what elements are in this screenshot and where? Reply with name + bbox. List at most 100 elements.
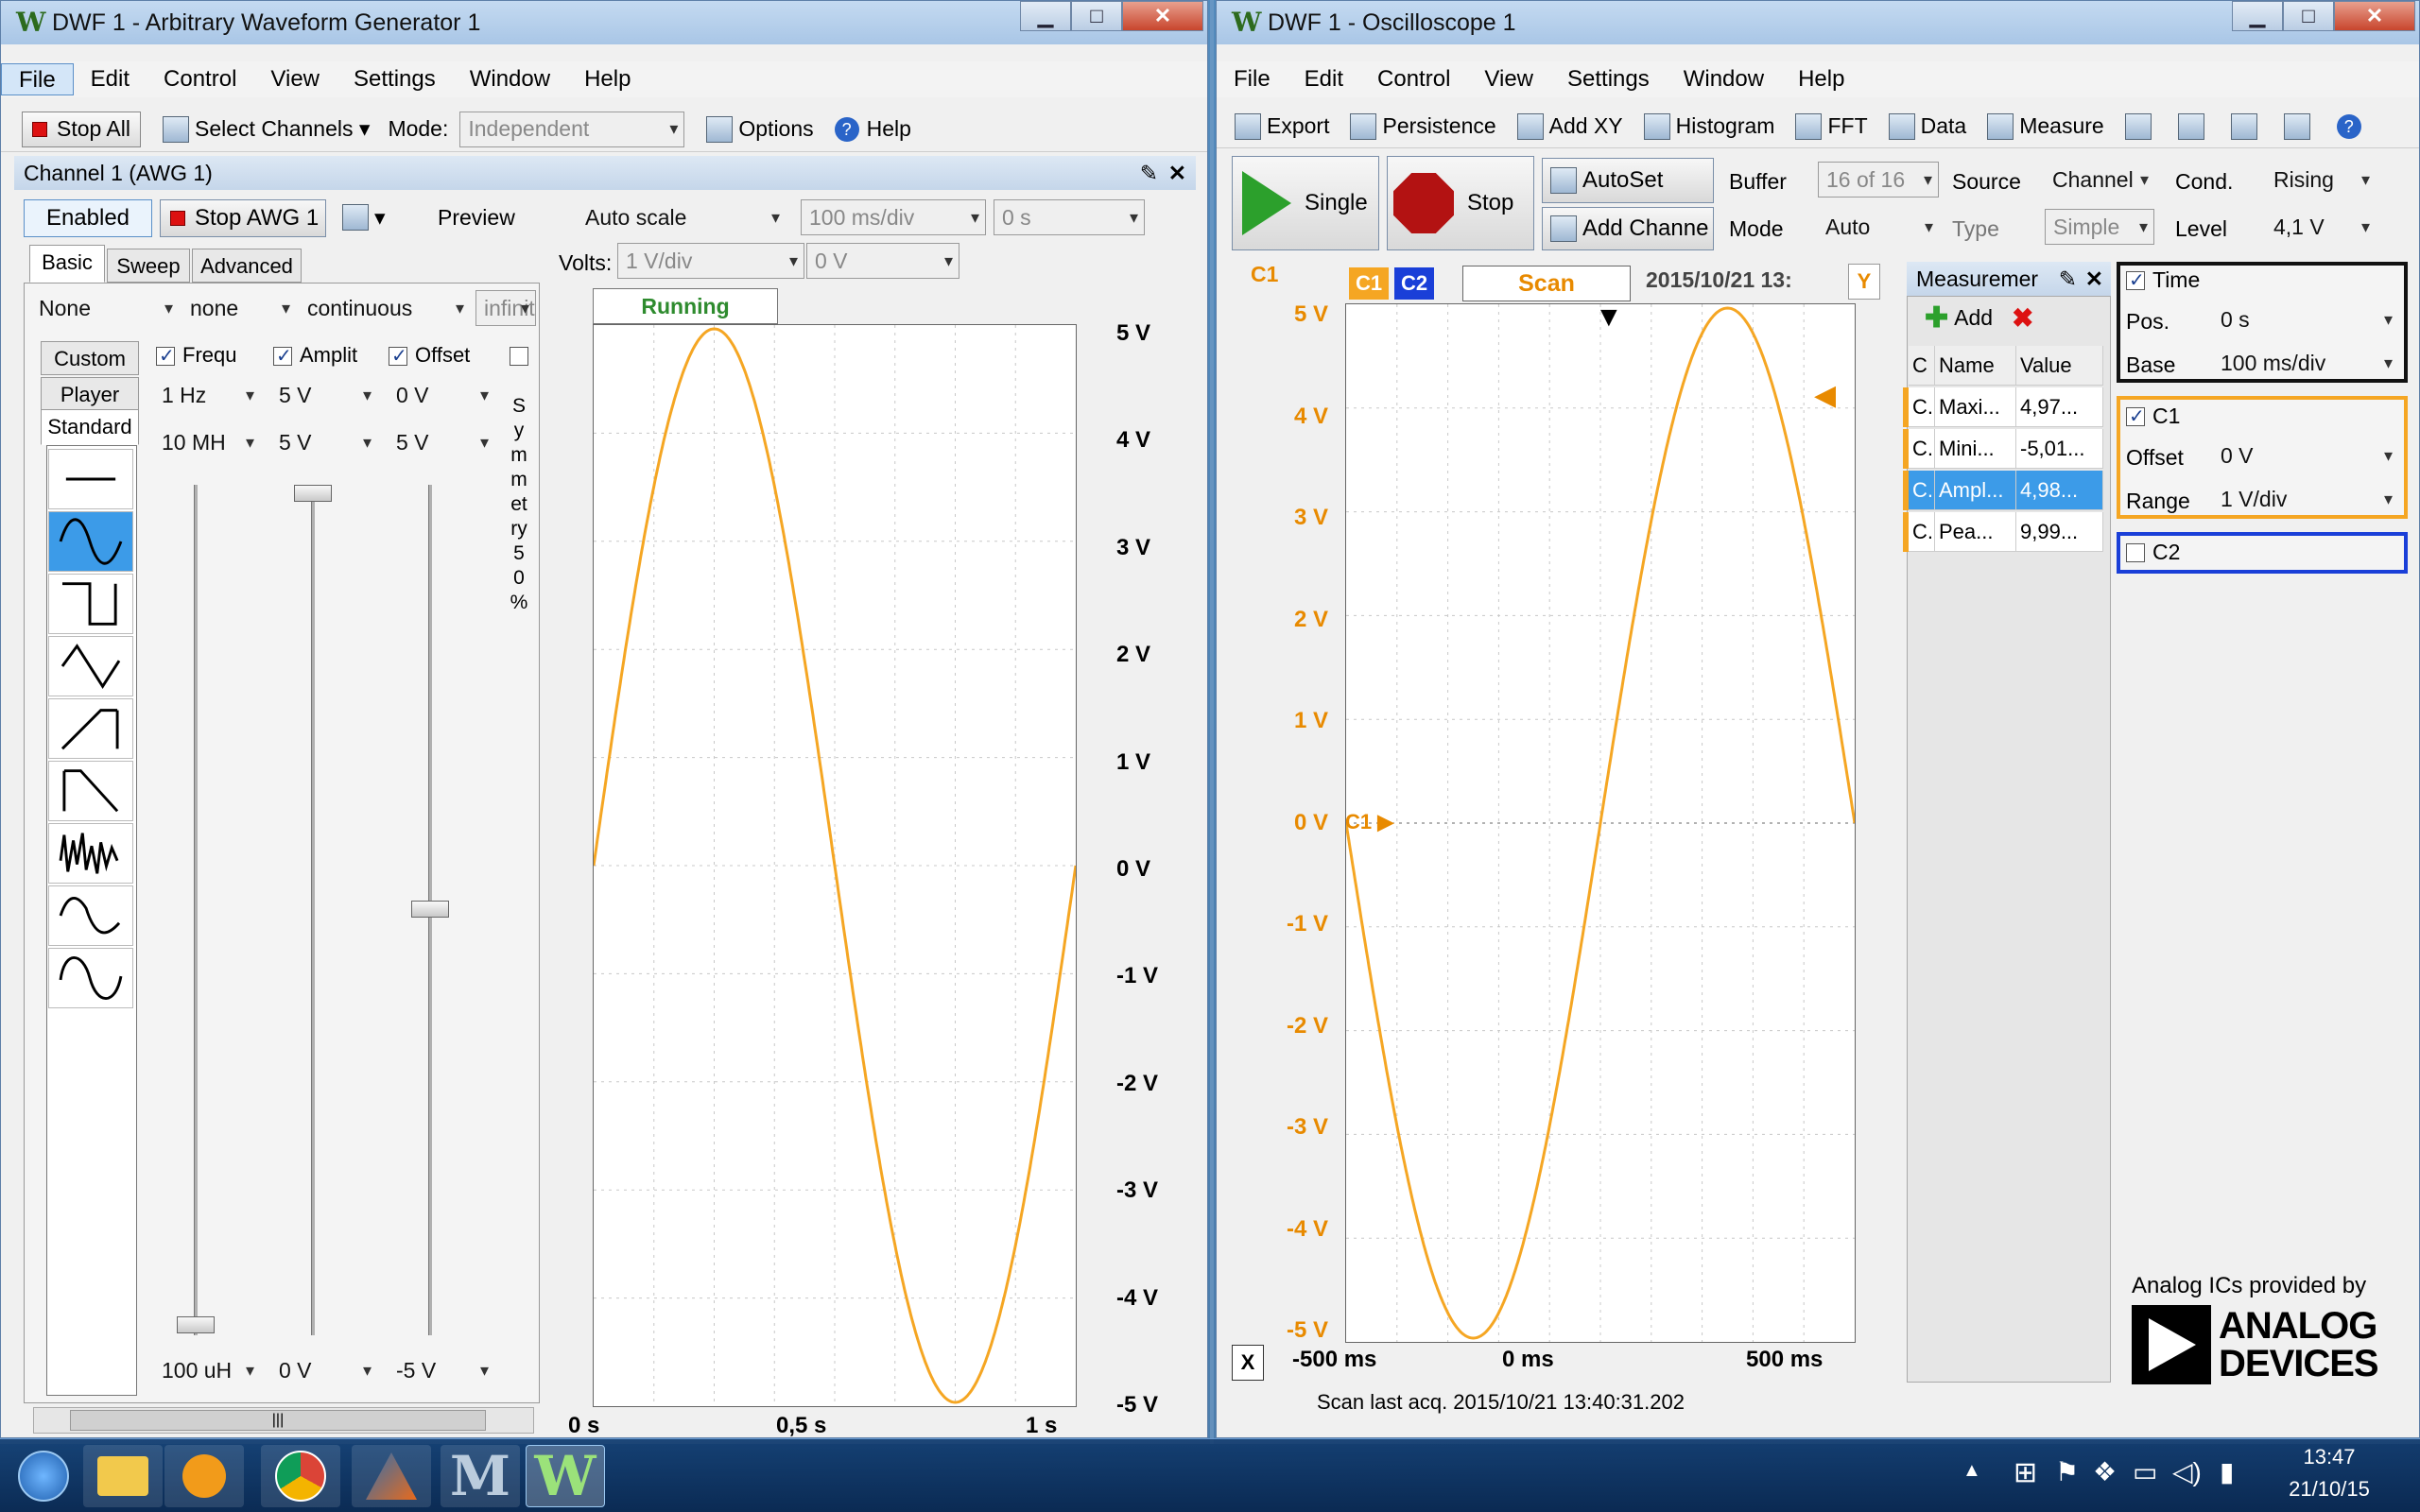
tab-sweep[interactable]: Sweep [107, 249, 190, 283]
scope-plot[interactable] [1344, 303, 1857, 1343]
trigger-position-marker[interactable]: ▼ [1595, 301, 1623, 334]
menu-settings[interactable]: Settings [337, 63, 453, 95]
menu-edit[interactable]: Edit [74, 63, 147, 95]
offset-header[interactable]: Offset [389, 343, 470, 368]
preview-time-select[interactable]: 100 ms/div [801, 199, 986, 235]
data-button[interactable]: Data [1878, 109, 1978, 145]
tray-expand-icon[interactable]: ▲ [1962, 1460, 1981, 1482]
amplitude-min[interactable]: 0 V [271, 1352, 377, 1388]
offset-min[interactable]: -5 V [389, 1352, 494, 1388]
sweep-mode-select[interactable]: none [182, 290, 296, 326]
amplitude-checkbox[interactable] [273, 344, 292, 368]
add-channel-button[interactable]: Add Channe [1542, 207, 1714, 250]
offset-max[interactable]: 5 V [389, 424, 494, 460]
offset-value[interactable]: 0 V [389, 377, 494, 413]
pin-icon[interactable]: ✎ [2059, 266, 2077, 292]
c1-range-select[interactable]: 1 V/div [2213, 481, 2398, 517]
square-wave-button[interactable] [48, 574, 133, 634]
amplitude-header[interactable]: Amplit [273, 343, 357, 368]
ramp-down-button[interactable] [48, 761, 133, 821]
menu-view[interactable]: View [253, 63, 337, 95]
mode-select[interactable]: Auto [1818, 209, 1939, 245]
add-measurement-button[interactable]: ✚ Add [1914, 300, 2003, 335]
close-panel-icon[interactable]: ✕ [2085, 266, 2103, 292]
amplitude-value[interactable]: 5 V [271, 377, 377, 413]
tab-advanced[interactable]: Advanced [192, 249, 302, 283]
measure-row[interactable]: C. Maxi... 4,97... [1903, 387, 2103, 427]
measure-row[interactable]: C. Mini... -5,01... [1903, 429, 2103, 469]
fft-button[interactable]: FFT [1785, 109, 1877, 145]
taskbar-media-player[interactable] [164, 1445, 244, 1507]
stop-button[interactable]: Stop [1387, 156, 1534, 250]
offset-slider[interactable] [411, 901, 449, 918]
close-button[interactable]: ✕ [1122, 1, 1203, 31]
amplitude-max[interactable]: 5 V [271, 424, 377, 460]
minimize-button[interactable]: ▁ [2232, 1, 2283, 31]
frequency-max[interactable]: 10 MH [154, 424, 260, 460]
maximize-button[interactable]: □ [2283, 1, 2334, 31]
enabled-button[interactable]: Enabled [24, 199, 152, 237]
menu-control[interactable]: Control [147, 63, 253, 95]
stop-awg-button[interactable]: Stop AWG 1 [160, 199, 326, 237]
close-button[interactable]: ✕ [2334, 1, 2415, 31]
frequency-value[interactable]: 1 Hz [154, 377, 260, 413]
c1-badge[interactable]: C1 [1349, 267, 1389, 300]
ramp-up-button[interactable] [48, 698, 133, 759]
stop-all-button[interactable]: Stop All [22, 111, 141, 147]
symmetry-checkbox[interactable] [510, 347, 528, 367]
persistence-button[interactable]: Persistence [1340, 109, 1506, 145]
tab-basic[interactable]: Basic [29, 245, 105, 283]
offset-checkbox[interactable] [389, 344, 407, 368]
c1-offset-marker[interactable]: C1 ▶ [1345, 810, 1393, 834]
trigger-level-marker[interactable]: ◀ [1814, 379, 1836, 412]
select-channels-button[interactable]: Select Channels ▾ [152, 112, 380, 147]
add-xy-button[interactable]: Add XY [1507, 109, 1634, 145]
dropbox-icon[interactable]: ❖ [2093, 1456, 2117, 1487]
volume-icon[interactable]: ◁) [2172, 1456, 2202, 1487]
frequency-header[interactable]: Frequ [156, 343, 236, 368]
options-button[interactable]: Options [696, 112, 823, 147]
measure-row[interactable]: C. Ampl... 4,98... [1903, 471, 2103, 510]
awg-titlebar[interactable]: W DWF 1 - Arbitrary Waveform Generator 1… [1, 1, 1207, 44]
frequency-slider-track[interactable] [194, 485, 198, 1335]
settings-button[interactable] [2273, 109, 2326, 145]
tab-player[interactable]: Player [41, 377, 139, 411]
pos-select[interactable]: 0 s [2213, 301, 2398, 337]
tray-windows-icon[interactable]: ⊞ [2014, 1456, 2037, 1489]
sine-power-button[interactable] [48, 948, 133, 1008]
mode-select[interactable]: Independent [459, 111, 685, 147]
menu-edit[interactable]: Edit [1288, 63, 1360, 95]
tab-custom[interactable]: Custom [41, 341, 139, 375]
trapezium-wave-button[interactable] [48, 885, 133, 946]
scrollbar-thumb[interactable]: ||| [70, 1410, 486, 1431]
level-select[interactable]: 4,1 V [2266, 209, 2376, 245]
preview-position-select[interactable]: 0 s [994, 199, 1145, 235]
remove-measurement-button[interactable]: ✖ [2001, 300, 2044, 335]
menu-window[interactable]: Window [453, 63, 567, 95]
y-axis-button[interactable]: Y [1848, 264, 1880, 300]
menu-help[interactable]: Help [567, 63, 648, 95]
frequency-checkbox[interactable] [156, 344, 175, 368]
tab-standard[interactable]: Standard [41, 409, 139, 445]
menu-view[interactable]: View [1467, 63, 1550, 95]
taskbar-matlab[interactable] [352, 1445, 431, 1507]
measure-button[interactable]: Measure [1977, 109, 2114, 145]
source-select[interactable]: Channel [2045, 162, 2154, 198]
power-icon[interactable]: ▮ [2220, 1456, 2234, 1487]
cursor-button[interactable] [2115, 109, 2168, 145]
clock[interactable]: 13:47 21/10/15 [2263, 1445, 2395, 1502]
time-toggle[interactable]: Time [2126, 267, 2200, 293]
c1-offset-select[interactable]: 0 V [2213, 438, 2398, 473]
repeat-field[interactable]: infinite [475, 290, 536, 326]
c2-badge[interactable]: C2 [1394, 267, 1434, 300]
taskbar-mathematica[interactable]: M [441, 1444, 520, 1508]
flag-icon[interactable]: ⚑ [2055, 1456, 2079, 1487]
dc-wave-button[interactable] [48, 449, 133, 509]
menu-help[interactable]: Help [1781, 63, 1861, 95]
menu-window[interactable]: Window [1667, 63, 1781, 95]
triangle-wave-button[interactable] [48, 636, 133, 696]
taskbar-chrome[interactable] [261, 1445, 340, 1507]
sine-wave-button[interactable] [48, 511, 133, 572]
cond-select[interactable]: Rising [2266, 162, 2376, 198]
audio-button[interactable] [2168, 109, 2221, 145]
